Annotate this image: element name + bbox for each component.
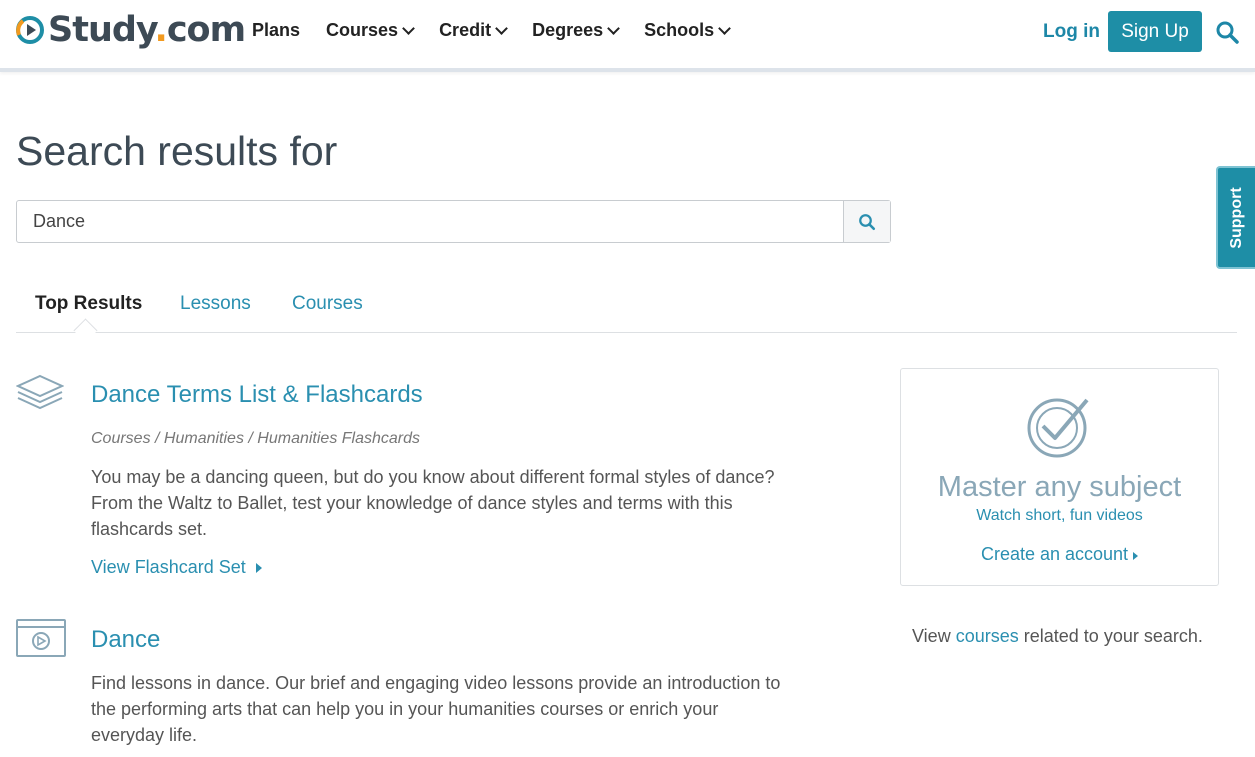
create-account-link[interactable]: Create an account xyxy=(901,544,1218,565)
card-title: Master any subject xyxy=(937,471,1182,503)
search-box xyxy=(16,200,891,243)
nav-degrees[interactable]: Degrees xyxy=(532,20,620,41)
video-lesson-icon xyxy=(16,619,66,657)
site-header: Study.com Plans Courses Credit Degrees S… xyxy=(0,0,1255,72)
search-button[interactable] xyxy=(843,201,890,242)
link-label: View Flashcard Set xyxy=(91,557,246,577)
view-flashcard-set-link[interactable]: View Flashcard Set xyxy=(91,557,262,578)
search-icon[interactable] xyxy=(1215,20,1239,44)
caret-right-icon xyxy=(255,562,262,573)
chevron-down-icon xyxy=(495,21,508,35)
search-icon xyxy=(859,213,876,230)
tab-lessons[interactable]: Lessons xyxy=(180,293,251,315)
result-breadcrumb: Courses / Humanities / Humanities Flashc… xyxy=(91,430,421,447)
card-subtitle: Watch short, fun videos xyxy=(976,507,1143,524)
nav-courses[interactable]: Courses xyxy=(326,20,415,41)
login-link[interactable]: Log in xyxy=(1043,21,1100,43)
nav-plans[interactable]: Plans xyxy=(252,20,300,41)
view-suffix: related to your search. xyxy=(1023,626,1203,646)
study-logo[interactable]: Study.com xyxy=(15,10,246,50)
page-title: Search results for xyxy=(16,128,338,174)
play-logo-icon xyxy=(16,16,44,44)
nav-credit[interactable]: Credit xyxy=(439,20,508,41)
result-description: Find lessons in dance. Our brief and eng… xyxy=(91,673,781,745)
view-prefix: View xyxy=(912,626,951,646)
courses-link[interactable]: courses xyxy=(956,626,1019,646)
tab-courses[interactable]: Courses xyxy=(292,293,363,315)
checkmark-badge-icon xyxy=(1027,398,1089,458)
view-related-courses: View courses related to your search. xyxy=(912,626,1203,647)
results-tabs: Top Results Lessons Courses xyxy=(16,280,1237,343)
chevron-down-icon xyxy=(607,21,620,35)
support-tab[interactable]: Support xyxy=(1216,166,1255,269)
result-description: You may be a dancing queen, but do you k… xyxy=(91,467,775,539)
logo-text: Study.com xyxy=(48,10,246,50)
result-title[interactable]: Dance Terms List & Flashcards xyxy=(91,381,423,409)
link-label: Create an account xyxy=(980,544,1129,564)
nav-schools[interactable]: Schools xyxy=(644,20,732,41)
chevron-down-icon xyxy=(402,21,415,35)
chevron-down-icon xyxy=(718,21,732,35)
support-label: Support xyxy=(1227,186,1245,249)
search-input[interactable] xyxy=(17,201,843,242)
caret-right-icon xyxy=(1133,552,1139,560)
result-title[interactable]: Dance xyxy=(91,626,160,654)
flashcard-stack-icon xyxy=(16,374,64,410)
tab-top-results[interactable]: Top Results xyxy=(35,293,142,315)
active-tab-pointer xyxy=(73,318,98,343)
main-nav: Plans Courses Credit Degrees Schools xyxy=(252,20,755,41)
signup-button[interactable]: Sign Up xyxy=(1108,11,1202,52)
signup-promo-card: Master any subject Watch short, fun vide… xyxy=(900,368,1219,586)
